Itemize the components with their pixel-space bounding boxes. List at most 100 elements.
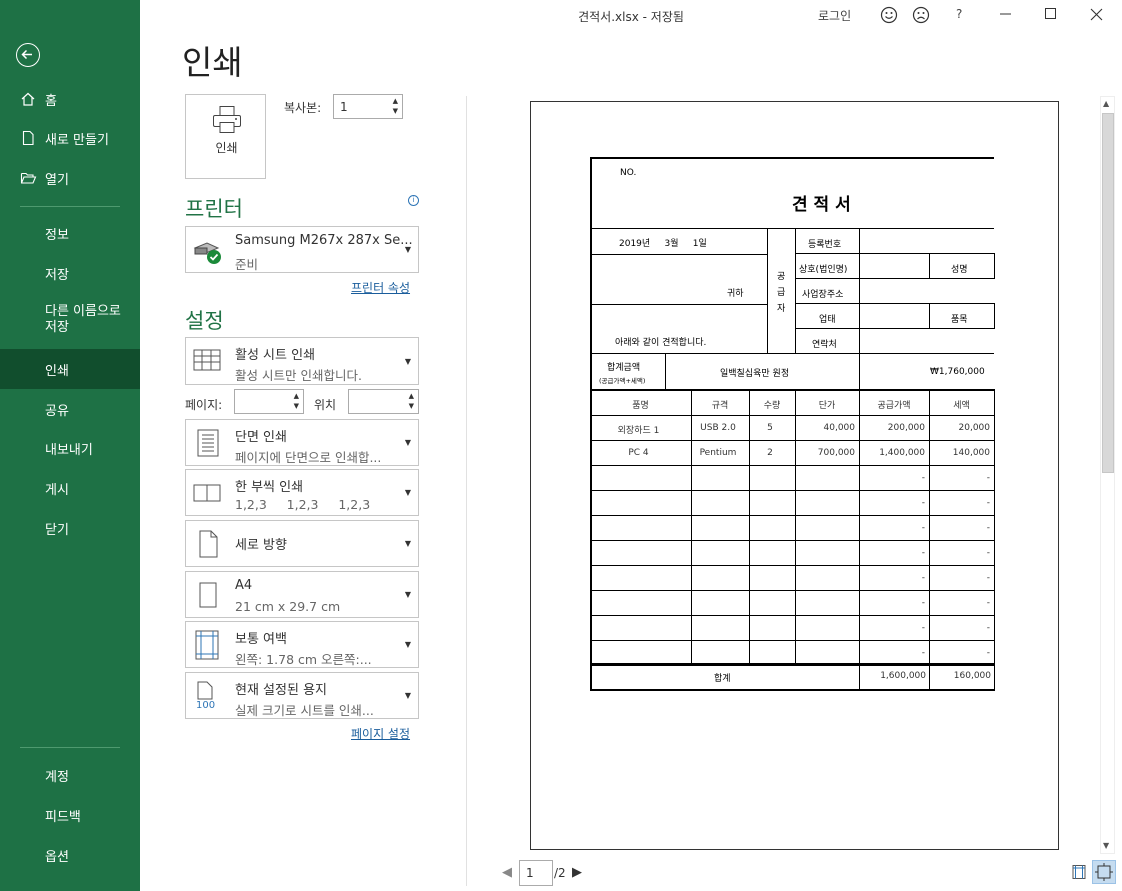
page-total: /2 <box>554 866 566 880</box>
scaling-icon: 100 <box>192 679 222 717</box>
printer-status: 준비 <box>235 257 259 272</box>
portrait-icon <box>192 529 222 563</box>
nav-export[interactable]: 내보내기 <box>0 428 140 468</box>
sides-title: 단면 인쇄 <box>235 430 287 445</box>
chevron-down-icon: ▼ <box>404 357 411 366</box>
nav-save[interactable]: 저장 <box>0 253 140 293</box>
table-cell: 외장하드 1 <box>617 426 660 436</box>
nav-save-as-line1: 다른 이름으로 <box>45 304 121 319</box>
paper-size-desc: 21 cm x 29.7 cm <box>235 599 341 614</box>
orientation-dropdown[interactable]: 세로 방향 ▼ <box>185 520 419 567</box>
sides-dropdown[interactable]: 단면 인쇄 페이지에 단면으로 인쇄합... ▼ <box>185 419 419 466</box>
scaling-dropdown[interactable]: 100 현재 설정된 용지 실제 크기로 시트를 인쇄... ▼ <box>185 672 419 719</box>
preview-scrollbar[interactable]: ▲ ▼ <box>1100 96 1115 854</box>
settings-section-title: 설정 <box>185 309 224 333</box>
next-page-icon[interactable]: ▶ <box>572 865 582 880</box>
show-margins-icon[interactable] <box>1071 864 1087 884</box>
pages-from-stepper[interactable]: ▲ ▼ <box>234 389 304 414</box>
close-window-icon[interactable] <box>1090 8 1103 24</box>
table-cell: - <box>986 548 990 558</box>
copies-stepper[interactable]: 1 ▲ ▼ <box>333 94 403 119</box>
nav-account[interactable]: 계정 <box>0 755 140 795</box>
table-cell: - <box>921 498 925 508</box>
smile-feedback-icon[interactable] <box>880 6 898 27</box>
login-button[interactable]: 로그인 <box>818 7 851 24</box>
quote-document: NO. 견 적 서 2019년 3월 1일 귀하 아래와 같이 견적합니다. 공… <box>590 157 995 692</box>
nav-home-label: 홈 <box>45 93 57 109</box>
maximize-icon[interactable] <box>1045 8 1057 23</box>
info-icon[interactable]: i <box>408 195 419 206</box>
nav-home[interactable]: 홈 <box>0 79 140 119</box>
nav-options[interactable]: 옵션 <box>0 835 140 875</box>
nav-save-as-label: 다른 이름으로 저장 <box>45 304 121 336</box>
frown-feedback-icon[interactable] <box>912 6 930 27</box>
scrollbar-thumb[interactable] <box>1102 113 1114 473</box>
spin-down-icon[interactable]: ▼ <box>393 107 398 115</box>
quote-no: NO. <box>620 168 637 178</box>
sidebar-divider <box>20 747 120 748</box>
nav-save-as[interactable]: 다른 이름으로 저장 <box>0 300 140 342</box>
margins-dropdown[interactable]: 보통 여백 왼쪽: 1.78 cm 오른쪽:... ▼ <box>185 621 419 668</box>
nav-feedback[interactable]: 피드백 <box>0 795 140 835</box>
nav-save-label: 저장 <box>45 267 69 283</box>
spin-up-icon[interactable]: ▲ <box>409 392 414 400</box>
nav-options-label: 옵션 <box>45 849 69 865</box>
table-cell: 20,000 <box>958 423 991 433</box>
scroll-down-icon[interactable]: ▼ <box>1103 841 1109 850</box>
chevron-down-icon: ▼ <box>404 488 411 497</box>
spin-up-icon[interactable]: ▲ <box>393 97 398 105</box>
table-cell: - <box>921 523 925 533</box>
chevron-down-icon: ▼ <box>404 245 411 254</box>
page-setup-link[interactable]: 페이지 설정 <box>351 725 410 742</box>
nav-open-label: 열기 <box>45 172 69 188</box>
spin-down-icon[interactable]: ▼ <box>294 402 299 410</box>
printer-name: Samsung M267x 287x Se... <box>235 233 413 248</box>
table-cell: - <box>986 598 990 608</box>
collate-dropdown[interactable]: 한 부씩 인쇄 1,2,3 1,2,3 1,2,3 ▼ <box>185 469 419 516</box>
pages-to-stepper[interactable]: ▲ ▼ <box>348 389 419 414</box>
printer-properties-link[interactable]: 프린터 속성 <box>351 279 410 296</box>
table-header-cell: 수량 <box>763 401 781 411</box>
help-button[interactable]: ? <box>956 7 962 21</box>
sum-supply: 1,600,000 <box>880 671 926 681</box>
nav-info-label: 정보 <box>45 227 69 243</box>
page-current: 1 <box>526 866 534 880</box>
printer-dropdown[interactable]: Samsung M267x 287x Se... 준비 ▼ <box>185 226 419 273</box>
table-cell: Pentium <box>699 448 737 458</box>
zoom-to-page-button[interactable] <box>1092 860 1116 884</box>
nav-close[interactable]: 닫기 <box>0 508 140 548</box>
nav-share[interactable]: 공유 <box>0 389 140 429</box>
table-cell: 1,400,000 <box>879 448 925 458</box>
spin-down-icon[interactable]: ▼ <box>409 402 414 410</box>
table-row-line <box>590 665 994 666</box>
page-number-input[interactable]: 1 <box>519 860 553 886</box>
supplier-char: 급 <box>777 288 786 298</box>
table-cell: 200,000 <box>887 423 925 433</box>
nav-save-as-line2: 저장 <box>45 320 69 335</box>
nav-publish[interactable]: 게시 <box>0 468 140 508</box>
nav-print[interactable]: 인쇄 <box>0 349 140 389</box>
prev-page-icon[interactable]: ◀ <box>502 865 512 880</box>
sheet-grid-icon <box>192 348 222 378</box>
print-what-dropdown[interactable]: 활성 시트 인쇄 활성 시트만 인쇄합니다. ▼ <box>185 337 419 385</box>
nav-account-label: 계정 <box>45 769 69 785</box>
back-arrow-icon[interactable] <box>16 43 40 67</box>
print-button[interactable]: 인쇄 <box>185 94 266 179</box>
title-bar: 견적서.xlsx - 저장됨 <box>140 0 1122 32</box>
nav-info[interactable]: 정보 <box>0 213 140 253</box>
spin-up-icon[interactable]: ▲ <box>294 392 299 400</box>
margins-desc: 왼쪽: 1.78 cm 오른쪽:... <box>235 652 372 667</box>
paper-size-dropdown[interactable]: A4 21 cm x 29.7 cm ▼ <box>185 571 419 618</box>
collate-icon <box>192 482 222 508</box>
table-cell: - <box>986 623 990 633</box>
table-row-line <box>590 590 994 591</box>
minimize-icon[interactable] <box>1000 8 1012 23</box>
backstage-sidebar: 홈 새로 만들기 열기 정보 저장 다른 이름으로 저장 인쇄 공유 내보내기 게… <box>0 0 140 891</box>
nav-share-label: 공유 <box>45 403 69 419</box>
nav-new[interactable]: 새로 만들기 <box>0 118 140 158</box>
print-what-title: 활성 시트 인쇄 <box>235 348 316 363</box>
scroll-up-icon[interactable]: ▲ <box>1103 99 1109 108</box>
one-sided-icon <box>192 428 222 462</box>
nav-open[interactable]: 열기 <box>0 158 140 198</box>
table-row-line <box>590 615 994 616</box>
